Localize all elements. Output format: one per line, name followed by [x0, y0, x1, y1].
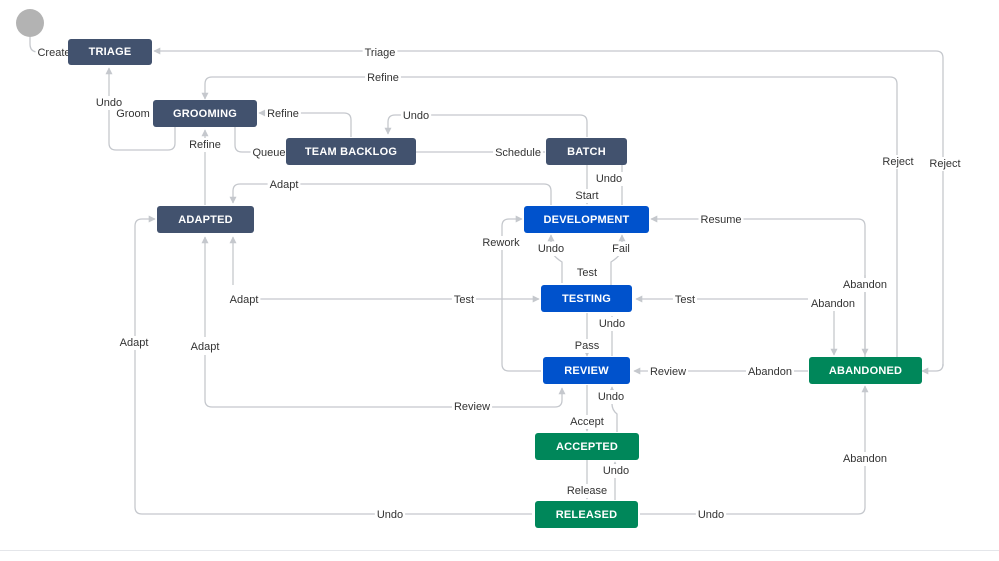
transition-label-test-dev[interactable]: Test [577, 267, 597, 279]
transition-label-undo-test[interactable]: Undo [538, 243, 564, 255]
transition-label-queue[interactable]: Queue [252, 147, 285, 159]
state-triage[interactable]: TRIAGE [68, 39, 152, 65]
transition-label-accept[interactable]: Accept [570, 416, 604, 428]
transition-label-test-adapted[interactable]: Test [454, 294, 474, 306]
transition-label-refine-adapted[interactable]: Refine [189, 139, 221, 151]
transition-label-adapt-top[interactable]: Adapt [270, 179, 299, 191]
transition-label-review-adapted[interactable]: Review [454, 401, 490, 413]
transition-label-adapt-outer[interactable]: Adapt [120, 337, 149, 349]
transition-label-reject-1[interactable]: Reject [882, 156, 913, 168]
transition-label-create[interactable]: Create [37, 47, 70, 59]
transition-label-groom[interactable]: Groom [116, 108, 150, 120]
transition-label-triage[interactable]: Triage [365, 47, 396, 59]
state-review[interactable]: REVIEW [543, 357, 630, 384]
transition-label-adapt-left[interactable]: Adapt [230, 294, 259, 306]
edge-resume[interactable] [650, 215, 866, 358]
edge-review-adapted[interactable] [204, 355, 566, 408]
transition-label-pass[interactable]: Pass [575, 340, 600, 352]
transition-label-undo-released[interactable]: Undo [603, 465, 629, 477]
transition-label-rework[interactable]: Rework [482, 237, 520, 249]
edge-abandon-released[interactable] [640, 385, 869, 515]
state-batch[interactable]: BATCH [546, 138, 627, 165]
transition-label-release[interactable]: Release [567, 485, 607, 497]
transition-label-test-abandoned[interactable]: Test [675, 294, 695, 306]
state-team-backlog[interactable]: TEAM BACKLOG [286, 138, 416, 165]
edge-adapt-outer[interactable] [134, 215, 532, 515]
transition-label-abandon-test[interactable]: Abandon [811, 298, 855, 310]
workflow-canvas: Create Triage Refine Undo Groom Refine Undo Que… [29, 37, 963, 522]
transition-label-resume[interactable]: Resume [701, 214, 742, 226]
transition-label-undo-bottom[interactable]: Undo [377, 509, 403, 521]
transition-label-undo-accepted[interactable]: Undo [598, 391, 624, 403]
transition-label-undo-batch[interactable]: Undo [403, 110, 429, 122]
transition-label-abandon-dev[interactable]: Abandon [843, 279, 887, 291]
edge-undo-abandoned[interactable] [921, 363, 944, 375]
state-released[interactable]: RELEASED [535, 501, 638, 528]
transition-label-schedule[interactable]: Schedule [495, 147, 541, 159]
transition-label-reject-2[interactable]: Reject [929, 158, 960, 170]
transition-label-refine-top[interactable]: Refine [367, 72, 399, 84]
state-abandoned[interactable]: ABANDONED [809, 357, 922, 384]
transition-label-review-abandoned[interactable]: Review [650, 366, 686, 378]
transition-label-abandon-released[interactable]: Abandon [843, 453, 887, 465]
start-node [16, 9, 44, 37]
bottom-divider [0, 550, 999, 551]
transition-label-undo-review[interactable]: Undo [599, 318, 625, 330]
transition-label-undo-batch-dev[interactable]: Undo [596, 173, 622, 185]
state-testing[interactable]: TESTING [541, 285, 632, 312]
transition-label-undo-abandoned[interactable]: Undo [698, 509, 724, 521]
state-development[interactable]: DEVELOPMENT [524, 206, 649, 233]
state-adapted[interactable]: ADAPTED [157, 206, 254, 233]
state-grooming[interactable]: GROOMING [153, 100, 257, 127]
transition-label-refine-grooming[interactable]: Refine [267, 108, 299, 120]
transition-label-abandon-review[interactable]: Abandon [748, 366, 792, 378]
state-accepted[interactable]: ACCEPTED [535, 433, 639, 460]
transition-label-fail[interactable]: Fail [612, 243, 630, 255]
transition-label-adapt-inner[interactable]: Adapt [191, 341, 220, 353]
transition-label-start[interactable]: Start [575, 190, 598, 202]
